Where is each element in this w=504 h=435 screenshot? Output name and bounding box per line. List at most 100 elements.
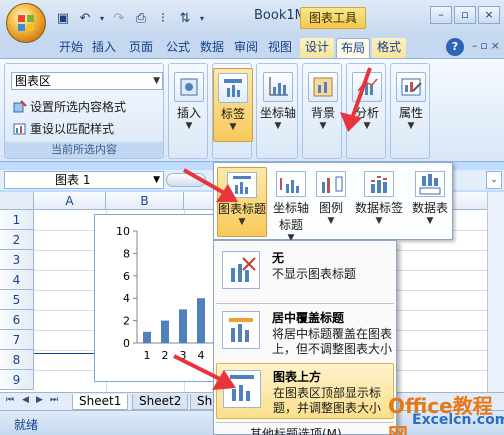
chevron-down-icon: ▼ bbox=[153, 76, 160, 86]
menu-item-none[interactable]: 无 不显示图表标题 bbox=[216, 245, 394, 301]
quick-access-toolbar: ▣ ↶ ▾ ↷ ⎙ ⁝ ⇅ ▾ bbox=[54, 8, 206, 30]
axis-title-icon bbox=[276, 171, 306, 197]
row-header-3[interactable]: 3 bbox=[0, 250, 34, 270]
chevron-down-icon: ▼ bbox=[229, 122, 237, 132]
format-selection-label: 设置所选内容格式 bbox=[30, 100, 127, 114]
customize-qat-icon[interactable]: ▾ bbox=[198, 10, 206, 28]
chevron-down-icon: ▼ bbox=[375, 216, 383, 226]
axes-icon bbox=[263, 72, 293, 102]
tab-view[interactable]: 视图 bbox=[264, 38, 296, 58]
properties-button[interactable]: 属性 ▼ bbox=[391, 68, 431, 142]
column-header-b[interactable]: B bbox=[106, 192, 184, 210]
chevron-down-icon: ▼ bbox=[185, 121, 193, 131]
y-tick-label: 10 bbox=[116, 225, 130, 238]
properties-group: 属性 ▼ bbox=[390, 63, 430, 159]
chart-elements-combo[interactable]: 图表区 ▼ bbox=[11, 72, 163, 90]
labels-label: 标签 bbox=[220, 107, 245, 121]
ribbon: 图表区 ▼ 设置所选内容格式 重设以匹配样式 当前所选内容 插入 ▼ 标签 ▼ … bbox=[0, 58, 504, 162]
y-tick-label: 4 bbox=[123, 292, 130, 305]
tab-home[interactable]: 开始 bbox=[56, 38, 86, 58]
legend-button[interactable]: 图例 ▼ bbox=[314, 167, 348, 237]
prev-sheet-icon[interactable]: ◀ bbox=[22, 395, 29, 405]
help-icon[interactable]: ? bbox=[446, 38, 464, 56]
chart-tools-context: 图表工具 bbox=[300, 7, 366, 29]
bar bbox=[161, 320, 169, 343]
close-button[interactable]: × bbox=[478, 6, 500, 24]
row-header-9[interactable]: 9 bbox=[0, 370, 34, 390]
chevron-down-icon: ▼ bbox=[238, 217, 246, 227]
menu-item-centered-overlay[interactable]: 居中覆盖标题 将居中标题覆盖在图表上，但不调整图表大小 bbox=[216, 305, 394, 361]
menu-item-above-chart-title: 图表上方 bbox=[273, 370, 322, 384]
reset-style-button[interactable]: 重设以匹配样式 bbox=[13, 120, 114, 137]
name-box[interactable]: 图表 1 ▼ bbox=[4, 171, 164, 189]
office-logo-icon bbox=[18, 15, 34, 31]
insert-button[interactable]: 插入 ▼ bbox=[169, 68, 209, 142]
annotation-arrow bbox=[183, 168, 238, 202]
minimize-button[interactable]: – bbox=[430, 6, 452, 24]
labels-group: 标签 ▼ bbox=[212, 63, 253, 159]
tab-layout[interactable]: 布局 bbox=[336, 38, 370, 58]
menu-item-none-desc: 不显示图表标题 bbox=[272, 267, 357, 281]
office-button[interactable] bbox=[6, 3, 46, 43]
document-title: Book1M bbox=[254, 8, 306, 23]
restore-workbook-icon[interactable]: ▫ bbox=[480, 39, 487, 52]
tab-data[interactable]: 数据 bbox=[196, 38, 228, 58]
chart-icon[interactable]: ⁝ bbox=[154, 10, 172, 28]
properties-label: 属性 bbox=[398, 106, 423, 120]
data-labels-button[interactable]: 数据标签 ▼ bbox=[352, 167, 406, 237]
undo-dropdown-icon[interactable]: ▾ bbox=[98, 10, 106, 28]
select-all-corner[interactable] bbox=[0, 192, 34, 210]
centered-overlay-title-icon bbox=[222, 311, 260, 349]
column-header-a[interactable]: A bbox=[34, 192, 106, 210]
x-tick-label: 2 bbox=[162, 349, 169, 362]
save-icon[interactable]: ▣ bbox=[54, 10, 72, 28]
row-header-5[interactable]: 5 bbox=[0, 290, 34, 310]
tab-formulas[interactable]: 公式 bbox=[162, 38, 194, 58]
chevron-down-icon: ▼ bbox=[327, 216, 335, 226]
last-sheet-icon[interactable]: ⏭ bbox=[50, 395, 58, 405]
bar bbox=[143, 331, 151, 343]
tab-page-layout[interactable]: 页面 bbox=[122, 38, 160, 58]
tab-format[interactable]: 格式 bbox=[372, 38, 406, 58]
properties-icon bbox=[396, 72, 426, 102]
format-selection-button[interactable]: 设置所选内容格式 bbox=[13, 98, 126, 115]
axes-button[interactable]: 坐标轴 ▼ bbox=[257, 68, 299, 142]
row-header-4[interactable]: 4 bbox=[0, 270, 34, 290]
row-header-2[interactable]: 2 bbox=[0, 230, 34, 250]
row-header-7[interactable]: 7 bbox=[0, 330, 34, 350]
chevron-down-icon: ▼ bbox=[426, 216, 434, 226]
more-title-options[interactable]: 其他标题选项(M)... bbox=[250, 425, 353, 435]
tab-design[interactable]: 设计 bbox=[300, 38, 334, 58]
ribbon-tabs: 开始 插入 页面 公式 数据 审阅 视图 设计 布局 格式 ? – ▫ × bbox=[0, 36, 504, 58]
menu-separator bbox=[216, 303, 394, 304]
annotation-arrow bbox=[340, 67, 372, 132]
expand-formula-bar-icon[interactable]: ⌄ bbox=[486, 171, 502, 189]
tab-review[interactable]: 审阅 bbox=[230, 38, 262, 58]
restore-button[interactable]: ▫ bbox=[454, 6, 476, 24]
reset-style-label: 重设以匹配样式 bbox=[30, 122, 115, 136]
vertical-scrollbar[interactable] bbox=[487, 192, 504, 392]
minimize-workbook-icon[interactable]: – bbox=[472, 39, 478, 52]
menu-item-none-title: 无 bbox=[272, 251, 285, 265]
next-sheet-icon[interactable]: ▶ bbox=[36, 395, 43, 405]
row-header-1[interactable]: 1 bbox=[0, 210, 34, 230]
y-tick-label: 0 bbox=[123, 337, 130, 350]
chart-elements-value: 图表区 bbox=[15, 74, 52, 88]
close-workbook-icon[interactable]: × bbox=[491, 39, 500, 52]
watermark: Office教程网 Excelcn.com bbox=[368, 390, 504, 435]
annotation-arrow bbox=[173, 354, 236, 390]
row-header-6[interactable]: 6 bbox=[0, 310, 34, 330]
chevron-down-icon: ▼ bbox=[407, 121, 415, 131]
undo-icon[interactable]: ↶ bbox=[76, 10, 94, 28]
labels-button[interactable]: 标签 ▼ bbox=[213, 68, 253, 142]
tab-insert[interactable]: 插入 bbox=[88, 38, 120, 58]
row-header-8[interactable]: 8 bbox=[0, 350, 34, 370]
axis-title-button[interactable]: 坐标轴标题 ▼ bbox=[270, 167, 312, 243]
first-sheet-icon[interactable]: ⏮ bbox=[6, 395, 14, 405]
sort-icon[interactable]: ⇅ bbox=[176, 10, 194, 28]
print-preview-icon[interactable]: ⎙ bbox=[132, 10, 150, 28]
data-table-button[interactable]: 数据表 ▼ bbox=[408, 167, 452, 237]
redo-icon[interactable]: ↷ bbox=[110, 10, 128, 28]
sheet-tab-sheet1[interactable]: Sheet1 bbox=[72, 394, 129, 410]
sheet-tab-sheet2[interactable]: Sheet2 bbox=[132, 394, 189, 410]
